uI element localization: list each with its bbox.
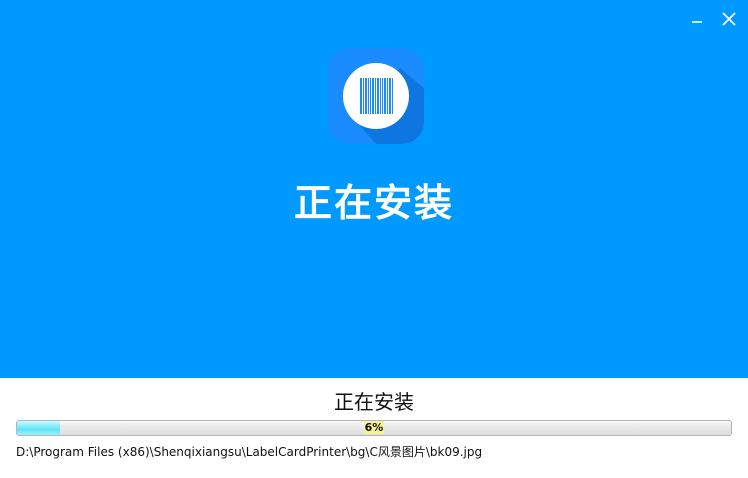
close-icon (722, 12, 736, 26)
barcode-stripe (380, 78, 381, 114)
hero-banner: 正在安装 (0, 0, 748, 378)
status-title: 正在安装 (334, 390, 414, 414)
barcode-stripe (372, 78, 374, 114)
hero-title: 正在安装 (293, 181, 454, 225)
minimize-icon (692, 21, 702, 23)
barcode-stripe (375, 78, 376, 114)
close-button[interactable] (718, 8, 740, 30)
install-progress-bar: 6% (16, 420, 732, 436)
barcode-stripe (368, 78, 369, 114)
barcode-stripe (382, 78, 383, 114)
barcode-stripe (389, 78, 391, 114)
current-file-path: D:\Program Files (x86)\Shenqixiangsu\Lab… (16, 445, 483, 459)
barcode-stripe (365, 78, 367, 114)
barcode-stripe (387, 78, 388, 114)
barcode-stripe (360, 78, 362, 114)
installer-window: 正在安装 正在安装 6% D:\Program Files (x86)\Shen… (0, 0, 748, 478)
barcode-stripe (384, 78, 386, 114)
barcode-stripe (392, 78, 393, 114)
barcode-icon (328, 48, 424, 144)
barcode-stripe (370, 78, 371, 114)
minimize-button[interactable] (686, 8, 708, 30)
progress-label: 6% (363, 421, 385, 434)
window-controls (686, 8, 740, 30)
barcode-stripe (377, 78, 379, 114)
barcode-stripe (363, 78, 364, 114)
